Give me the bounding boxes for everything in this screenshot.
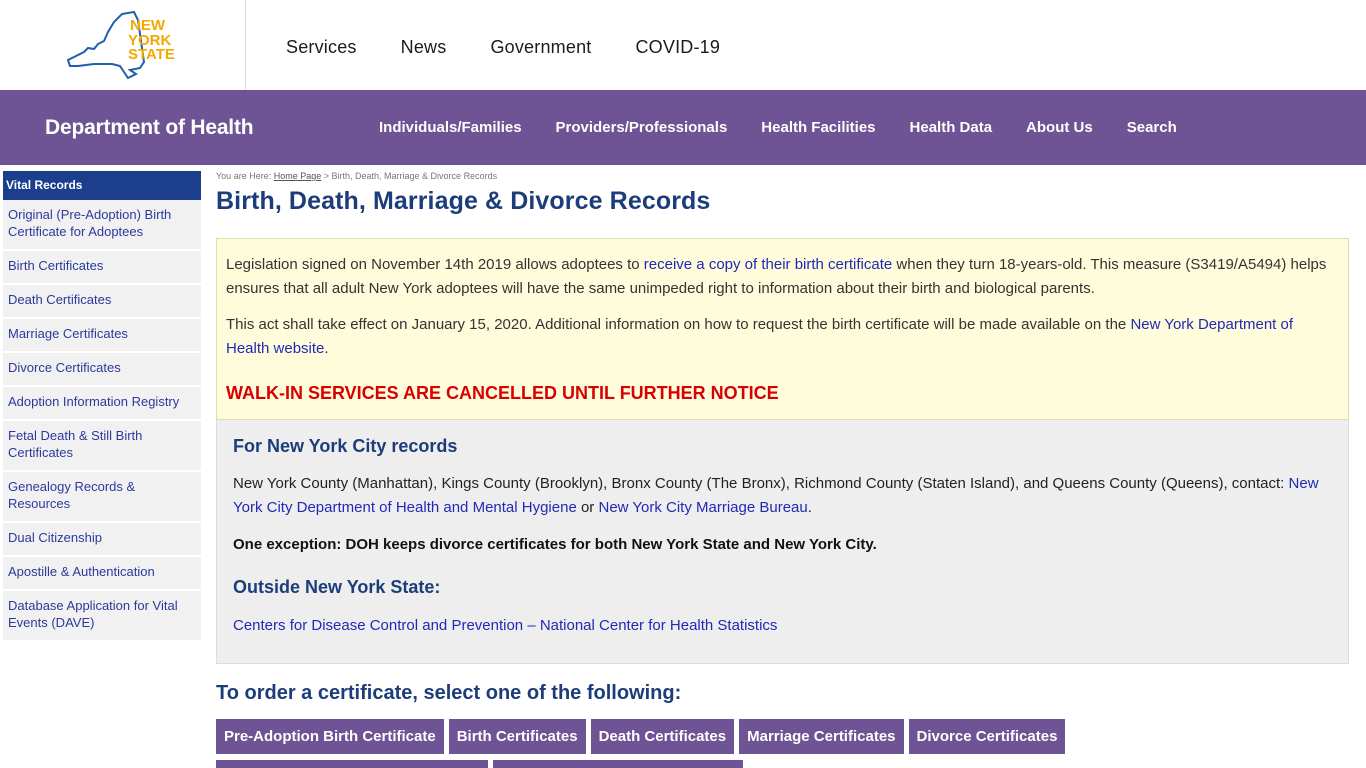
nyc-marriage-bureau-link[interactable]: New York City Marriage Bureau <box>598 499 807 516</box>
divorce-exception-note: One exception: DOH keeps divorce certifi… <box>233 536 877 553</box>
nyc-paragraph: New York County (Manhattan), Kings Count… <box>233 472 1332 520</box>
breadcrumb-current: Birth, Death, Marriage & Divorce Records <box>331 171 498 181</box>
receive-birth-certificate-link[interactable]: receive a copy of their birth certificat… <box>644 256 892 273</box>
logo-text-state: STATE <box>128 46 175 63</box>
nyc-period: . <box>807 499 812 516</box>
agency-nav-providers[interactable]: Providers/Professionals <box>556 119 728 136</box>
notice-paragraph-2: This act shall take effect on January 15… <box>226 313 1339 361</box>
order-birth-button[interactable]: Birth Certificates <box>448 719 586 754</box>
sidebar-item-pre-adoption[interactable]: Original (Pre-Adoption) Birth Certificat… <box>3 200 201 251</box>
breadcrumb-prefix: You are Here: <box>216 171 274 181</box>
order-button-cutoff[interactable] <box>216 760 488 768</box>
agency-nav: Individuals/Families Providers/Professio… <box>379 119 1211 136</box>
sidebar-item-label[interactable]: Marriage Certificates <box>8 326 128 341</box>
page-title: Birth, Death, Marriage & Divorce Records <box>216 187 711 215</box>
order-buttons: Pre-Adoption Birth Certificate Birth Cer… <box>216 719 1070 754</box>
sidebar-item-label[interactable]: Original (Pre-Adoption) Birth Certificat… <box>8 207 171 239</box>
notice-text: Legislation signed on November 14th 2019… <box>226 256 644 273</box>
order-heading: To order a certificate, select one of th… <box>216 682 682 704</box>
sidebar-item-label[interactable]: Divorce Certificates <box>8 360 121 375</box>
order-pre-adoption-button[interactable]: Pre-Adoption Birth Certificate <box>216 719 444 754</box>
sidebar-item-fetal-death[interactable]: Fetal Death & Still Birth Certificates <box>3 421 201 472</box>
notice-text: . <box>324 340 329 357</box>
breadcrumb: You are Here: Home Page > Birth, Death, … <box>216 171 1350 181</box>
state-nav-news[interactable]: News <box>401 37 447 58</box>
sidebar-item-marriage[interactable]: Marriage Certificates <box>3 319 201 353</box>
sidebar-item-dual-citizenship[interactable]: Dual Citizenship <box>3 523 201 557</box>
agency-nav-facilities[interactable]: Health Facilities <box>761 119 875 136</box>
order-button-cutoff[interactable] <box>493 760 743 768</box>
order-marriage-button[interactable]: Marriage Certificates <box>739 719 904 754</box>
agency-nav-about[interactable]: About Us <box>1026 119 1093 136</box>
sidebar-item-dave[interactable]: Database Application for Vital Events (D… <box>3 591 201 642</box>
cdc-nchs-link[interactable]: Centers for Disease Control and Preventi… <box>233 617 777 634</box>
agency-nav-health-data[interactable]: Health Data <box>910 119 993 136</box>
agency-title[interactable]: Department of Health <box>45 116 254 140</box>
agency-header: Department of Health Individuals/Familie… <box>0 90 1366 165</box>
nyc-text: New York County (Manhattan), Kings Count… <box>233 475 1289 492</box>
sidebar-item-label[interactable]: Dual Citizenship <box>8 530 102 545</box>
sidebar-item-death[interactable]: Death Certificates <box>3 285 201 319</box>
sidebar-item-label[interactable]: Birth Certificates <box>8 258 103 273</box>
sidebar-item-label[interactable]: Apostille & Authentication <box>8 564 155 579</box>
nys-logo-link[interactable]: NEW YORK STATE <box>0 0 246 90</box>
notice-text: This act shall take effect on January 15… <box>226 316 1131 333</box>
state-nav-covid[interactable]: COVID-19 <box>635 37 720 58</box>
notice-paragraph-1: Legislation signed on November 14th 2019… <box>226 253 1339 301</box>
main-content: You are Here: Home Page > Birth, Death, … <box>216 171 1350 768</box>
adoptee-notice: Legislation signed on November 14th 2019… <box>216 238 1349 420</box>
nyc-records-panel: For New York City records New York Count… <box>216 420 1349 664</box>
state-nav: Services News Government COVID-19 <box>286 37 764 58</box>
order-death-button[interactable]: Death Certificates <box>590 719 735 754</box>
sidebar-item-birth[interactable]: Birth Certificates <box>3 251 201 285</box>
sidebar-item-adoption-registry[interactable]: Adoption Information Registry <box>3 387 201 421</box>
walk-in-alert: WALK-IN SERVICES ARE CANCELLED UNTIL FUR… <box>226 383 779 403</box>
sidebar-item-label[interactable]: Database Application for Vital Events (D… <box>8 598 178 630</box>
state-nav-services[interactable]: Services <box>286 37 357 58</box>
sidebar: Vital Records Original (Pre-Adoption) Bi… <box>3 171 201 642</box>
order-divorce-button[interactable]: Divorce Certificates <box>908 719 1066 754</box>
nyc-heading: For New York City records <box>233 436 458 456</box>
agency-nav-search[interactable]: Search <box>1127 119 1177 136</box>
nyc-or-text: or <box>576 499 599 516</box>
sidebar-item-divorce[interactable]: Divorce Certificates <box>3 353 201 387</box>
sidebar-item-label[interactable]: Adoption Information Registry <box>8 394 179 409</box>
breadcrumb-home-link[interactable]: Home Page <box>274 171 322 181</box>
sidebar-item-genealogy[interactable]: Genealogy Records & Resources <box>3 472 201 523</box>
outside-nys-heading: Outside New York State: <box>233 577 441 597</box>
sidebar-item-apostille[interactable]: Apostille & Authentication <box>3 557 201 591</box>
outside-paragraph: Centers for Disease Control and Preventi… <box>233 614 1332 638</box>
agency-nav-individuals[interactable]: Individuals/Families <box>379 119 522 136</box>
state-header: NEW YORK STATE Services News Government … <box>0 0 1366 90</box>
sidebar-item-label[interactable]: Genealogy Records & Resources <box>8 479 135 511</box>
sidebar-item-label[interactable]: Fetal Death & Still Birth Certificates <box>8 428 142 460</box>
breadcrumb-separator: > <box>321 171 332 181</box>
sidebar-heading[interactable]: Vital Records <box>3 171 201 200</box>
sidebar-item-label[interactable]: Death Certificates <box>8 292 111 307</box>
new-york-state-logo-icon: NEW YORK STATE <box>66 10 175 80</box>
state-nav-government[interactable]: Government <box>490 37 591 58</box>
order-buttons-row-2 <box>216 760 748 768</box>
